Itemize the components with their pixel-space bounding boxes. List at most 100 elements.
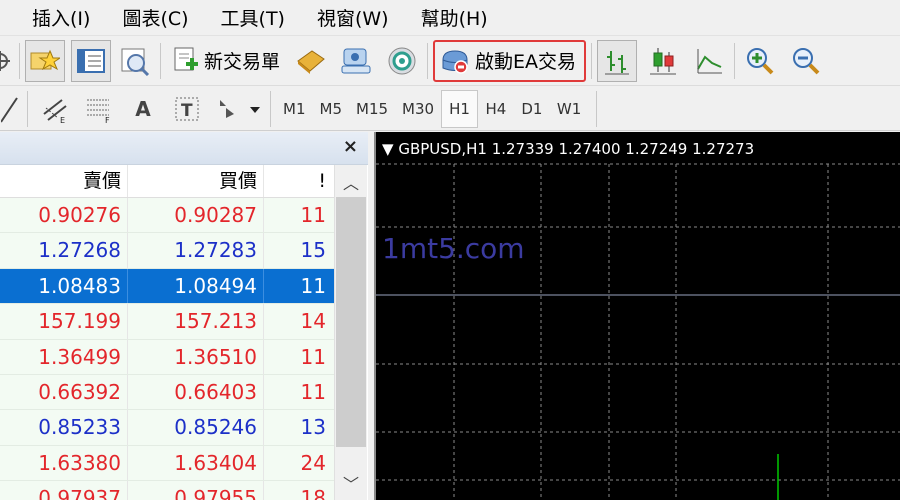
bid-cell: 1.08483: [0, 268, 128, 304]
timeframe-m30[interactable]: M30: [395, 90, 441, 128]
new-order-label: 新交易單: [204, 51, 281, 73]
market-watch-column-headers: 賣價 買價 !: [0, 165, 334, 198]
toolbar-separator: [596, 90, 598, 127]
chart-menu-triangle-icon[interactable]: ▼: [382, 140, 394, 158]
spread-cell: 11: [300, 379, 326, 404]
zoom-in-icon[interactable]: [740, 40, 780, 82]
timeframe-m5[interactable]: M5: [313, 90, 350, 128]
market-watch-panel: × 賣價 買價 ! 0.90276 0.90287 11 1.27268 1.27283…: [0, 132, 368, 500]
bid-cell: 1.27268: [0, 233, 128, 268]
toolbar-separator: [270, 90, 271, 127]
signals-icon[interactable]: [382, 40, 422, 82]
svg-text:E: E: [60, 116, 65, 124]
bid-cell: 157.199: [0, 304, 128, 339]
menu-charts[interactable]: 圖表(C): [106, 4, 204, 31]
equidistant-channel-icon[interactable]: E: [33, 90, 77, 128]
watermark: 1mt5.com: [382, 232, 525, 265]
trendline-icon[interactable]: [0, 90, 22, 128]
menu-insert[interactable]: 插入(I): [0, 4, 106, 31]
timeframe-m1[interactable]: M1: [276, 90, 313, 128]
bid-cell: 1.36499: [0, 339, 128, 374]
close-icon[interactable]: ×: [343, 136, 358, 157]
spread-cell: 11: [300, 344, 326, 369]
crosshair-icon[interactable]: [0, 40, 14, 82]
scroll-down-icon[interactable]: ﹀: [335, 468, 367, 498]
autotrading-label: 啟動EA交易: [475, 51, 577, 73]
bid-cell: 0.97937: [0, 481, 128, 500]
bar-chart-icon[interactable]: [597, 39, 638, 82]
favorites-star-icon[interactable]: [25, 39, 65, 82]
table-row[interactable]: 0.90276 0.90287 11: [0, 198, 334, 234]
text-tool-icon[interactable]: A: [121, 90, 165, 128]
text-label-icon[interactable]: T: [165, 90, 209, 128]
menu-tools[interactable]: 工具(T): [205, 4, 301, 31]
market-watch-rows: 0.90276 0.90287 11 1.27268 1.27283 15 1.08483 1…: [0, 198, 334, 500]
table-row[interactable]: 1.08483 1.08494 11: [0, 268, 334, 305]
scroll-up-icon[interactable]: ︿: [335, 167, 367, 197]
bid-cell: 0.66392: [0, 374, 128, 410]
ask-cell: 0.85246: [128, 410, 264, 445]
menu-window[interactable]: 視窗(W): [301, 4, 405, 31]
toolbar-separator: [27, 90, 28, 127]
toolbar-separator: [160, 42, 161, 79]
scrollbar[interactable]: ︿ ﹀: [334, 165, 367, 500]
ask-cell: 1.27283: [128, 233, 264, 268]
table-row[interactable]: 157.199 157.213 14: [0, 304, 334, 340]
autotrading-icon: [442, 49, 468, 74]
table-row[interactable]: 1.36499 1.36510 11: [0, 339, 334, 375]
spread-cell: 11: [300, 273, 326, 298]
chart-grid: [376, 163, 900, 500]
table-row[interactable]: 0.66392 0.66403 11: [0, 374, 334, 411]
timeframe-m15[interactable]: M15: [349, 90, 395, 128]
column-bid[interactable]: 賣價: [0, 165, 128, 197]
new-order-button[interactable]: 新交易單: [166, 40, 286, 82]
line-studies-toolbar: E F A T M1 M5 M15 M30 H1 H4 D1 W1: [0, 87, 900, 131]
spread-cell: 11: [300, 203, 326, 227]
table-row[interactable]: 1.63380 1.63404 24: [0, 445, 334, 482]
menu-help[interactable]: 幫助(H): [405, 4, 504, 31]
table-row[interactable]: 0.97937 0.97955 18: [0, 481, 334, 500]
chart-title: ▼ GBPUSD,H1 1.27339 1.27400 1.27249 1.27…: [382, 140, 754, 158]
autotrading-button[interactable]: 啟動EA交易: [433, 39, 587, 82]
column-spread[interactable]: !: [264, 165, 334, 197]
menu-bar: 插入(I) 圖表(C) 工具(T) 視窗(W) 幫助(H): [0, 0, 900, 36]
new-order-icon: [174, 47, 198, 70]
ask-cell: 0.97955: [128, 481, 264, 500]
spread-cell: 15: [300, 238, 326, 263]
toolbar-separator: [19, 42, 20, 79]
spread-cell: 24: [300, 450, 326, 475]
candlestick-chart-icon[interactable]: [643, 40, 683, 82]
bid-cell: 1.63380: [0, 445, 128, 481]
ask-cell: 1.08494: [128, 268, 264, 304]
timeframe-d1[interactable]: D1: [514, 90, 550, 128]
timeframe-w1[interactable]: W1: [550, 90, 588, 128]
toolbar-separator: [427, 42, 429, 79]
spread-cell: 13: [300, 415, 326, 440]
column-ask[interactable]: 買價: [128, 165, 264, 197]
bid-cell: 0.85233: [0, 410, 128, 445]
table-row[interactable]: 1.27268 1.27283 15: [0, 233, 334, 269]
zoom-out-icon[interactable]: [786, 40, 826, 82]
toolbar-separator: [734, 42, 736, 79]
ask-cell: 0.66403: [128, 374, 264, 410]
navigator-icon[interactable]: [71, 39, 111, 82]
fibonacci-icon[interactable]: F: [77, 90, 121, 128]
svg-text:T: T: [181, 101, 193, 121]
metaeditor-icon[interactable]: [290, 40, 330, 82]
standard-toolbar: 新交易單 啟動EA交易: [0, 36, 900, 86]
bid-cell: 0.90276: [0, 198, 128, 233]
market-icon[interactable]: [336, 40, 376, 82]
table-row[interactable]: 0.85233 0.85246 13: [0, 410, 334, 446]
line-chart-icon[interactable]: [689, 40, 729, 82]
ask-cell: 1.36510: [128, 339, 264, 374]
arrows-dropdown-icon[interactable]: [209, 90, 265, 128]
ask-cell: 0.90287: [128, 198, 264, 233]
timeframe-h4[interactable]: H4: [478, 90, 514, 128]
scrollbar-thumb[interactable]: [336, 197, 366, 447]
spread-cell: 14: [300, 309, 326, 334]
chart-window[interactable]: ▼ GBPUSD,H1 1.27339 1.27400 1.27249 1.27…: [374, 132, 900, 500]
timeframe-h1[interactable]: H1: [441, 89, 478, 128]
svg-text:F: F: [105, 116, 110, 124]
ask-cell: 157.213: [128, 304, 264, 339]
strategy-tester-icon[interactable]: [115, 40, 155, 82]
